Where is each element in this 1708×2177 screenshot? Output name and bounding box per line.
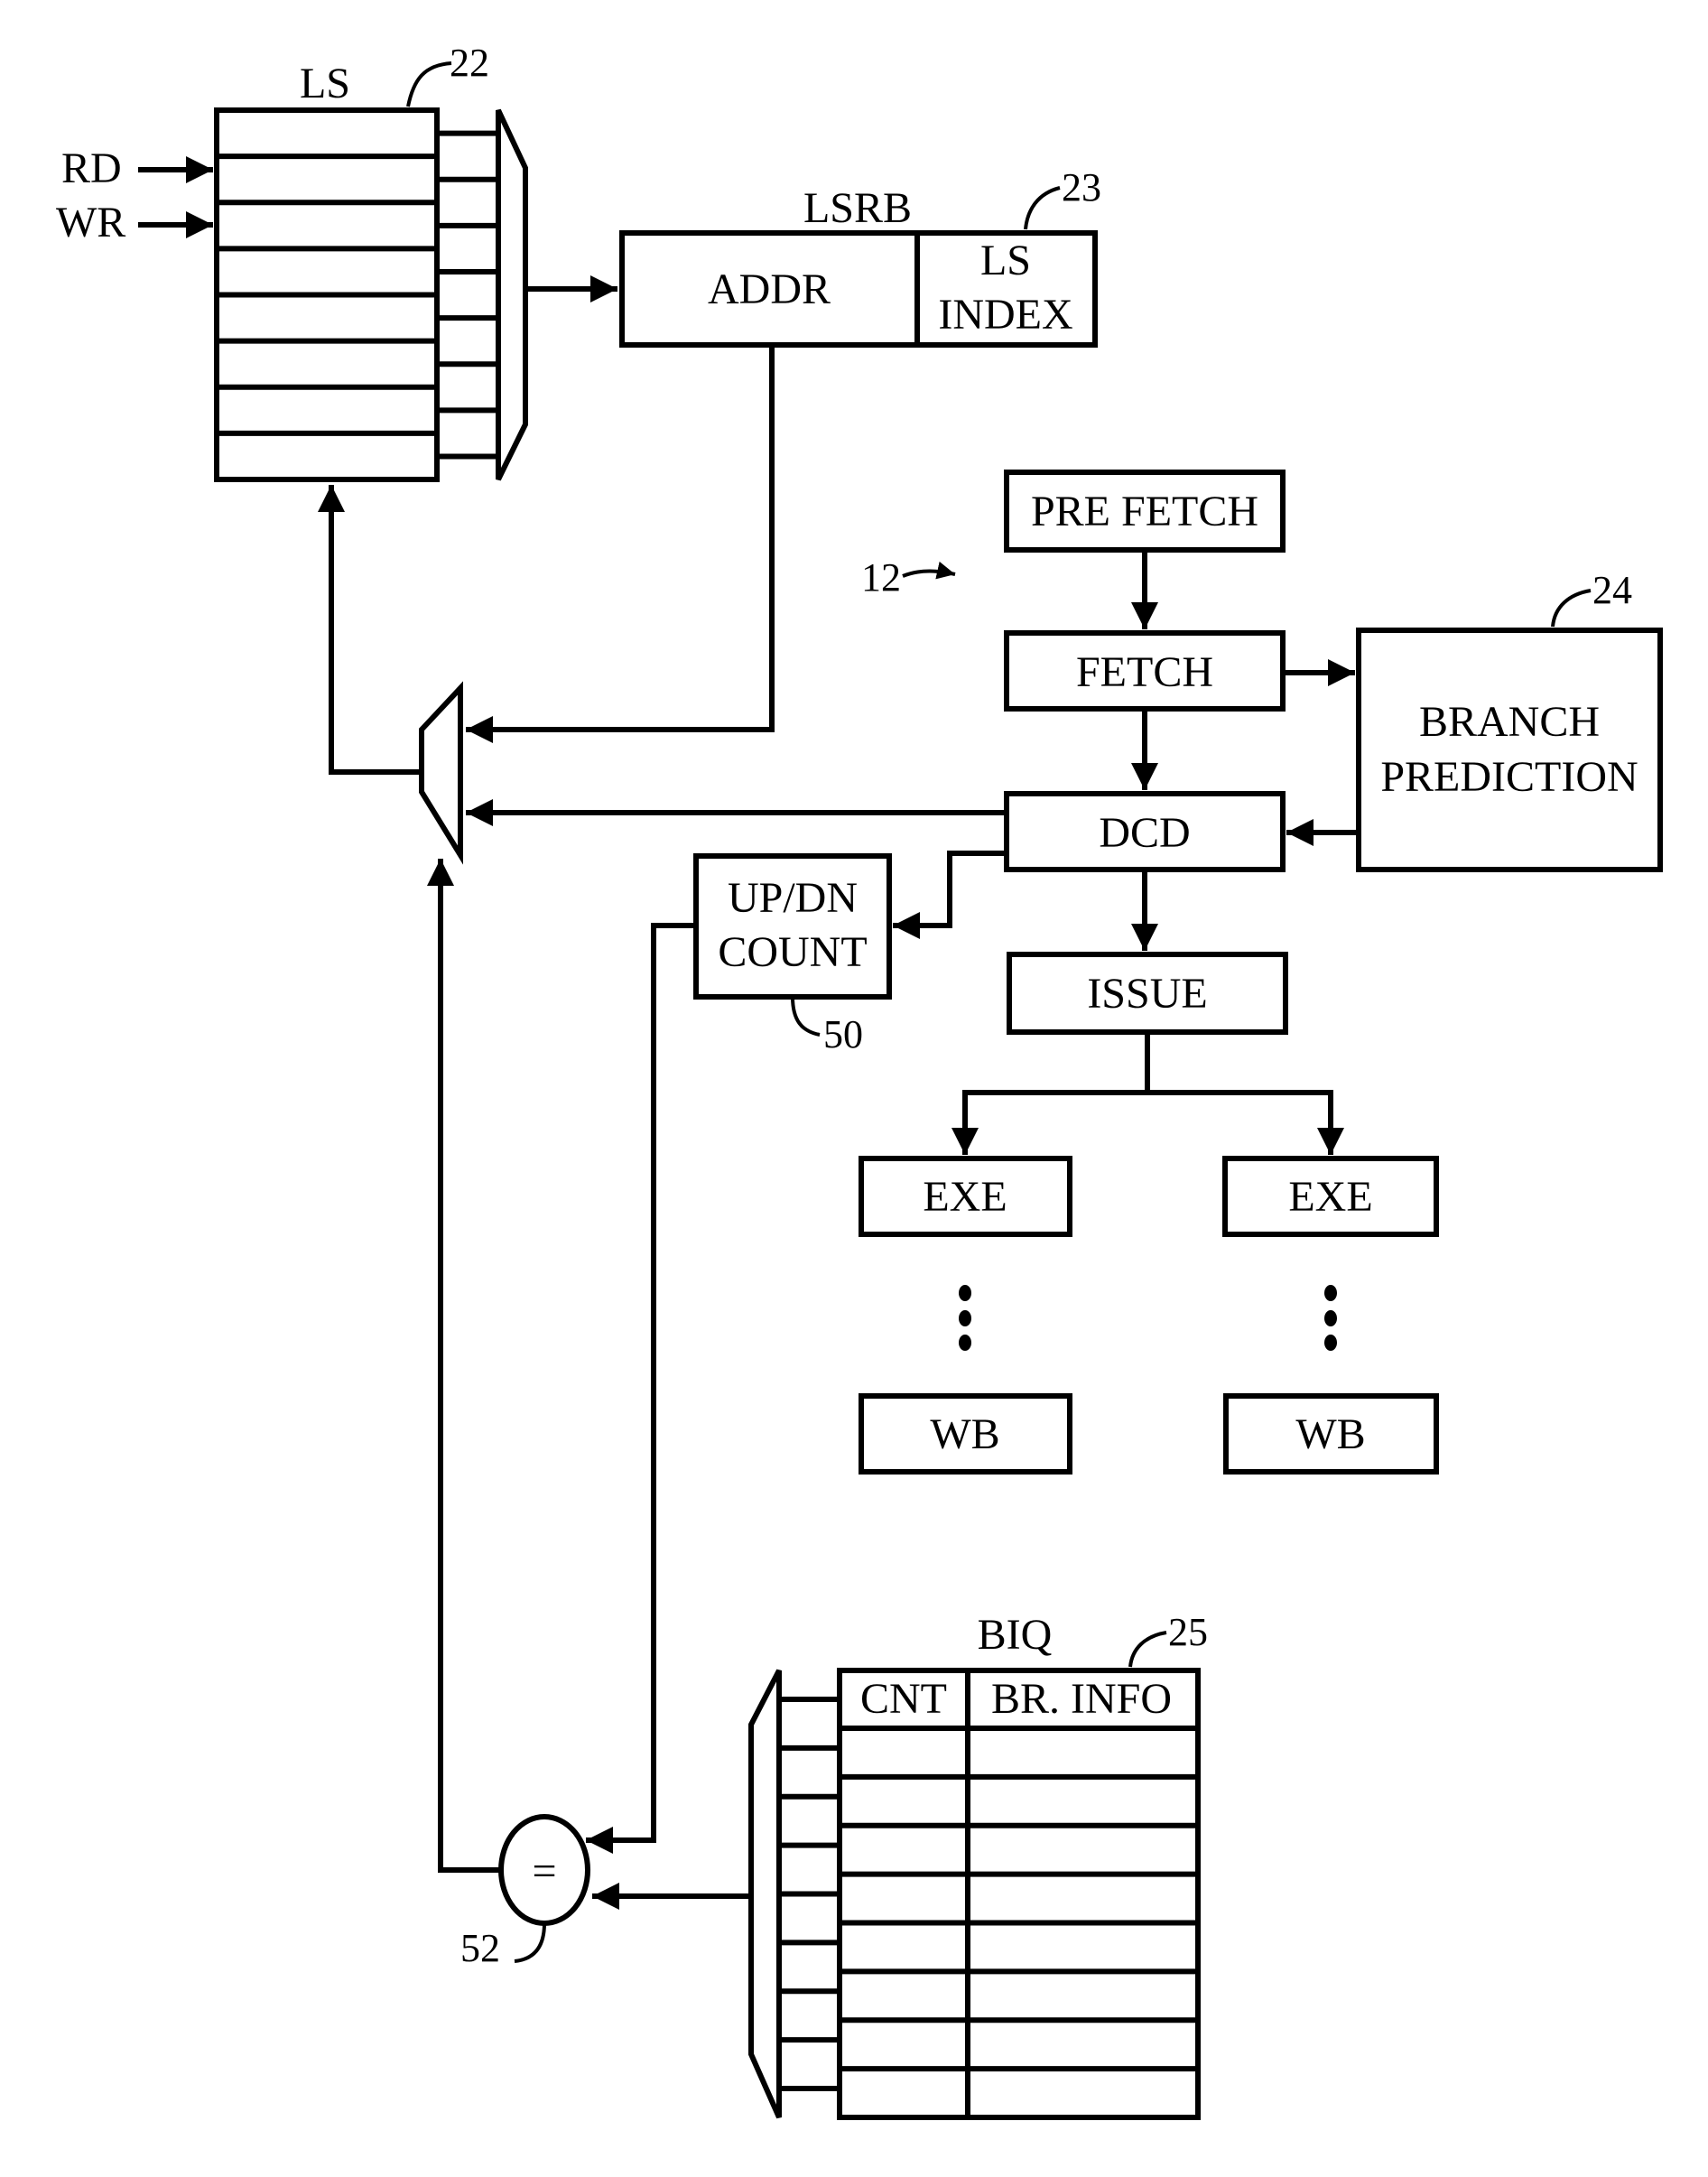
biq-ref-leader <box>1128 1631 1167 1668</box>
biq-mux-shape <box>748 1669 782 2119</box>
wb-left-label: WB <box>930 1410 999 1458</box>
ls-title: LS <box>300 60 350 107</box>
ls-mux-shape <box>496 108 528 481</box>
dcd-label: DCD <box>1099 809 1190 857</box>
rd-label: RD <box>61 144 122 192</box>
ellipsis-right <box>1324 1285 1337 1351</box>
counter-label-1: UP/DN <box>728 874 858 922</box>
pipeline: PRE FETCH FETCH DCD ISSUE EXE EXE WB WB <box>466 470 1439 1475</box>
exe-right-label: EXE <box>1288 1173 1372 1221</box>
addr-to-select-mux-arrow <box>466 345 775 743</box>
prefetch-label: PRE FETCH <box>1031 488 1258 535</box>
biq-mux-taps <box>779 1697 840 2091</box>
wb-right-label: WB <box>1295 1410 1365 1458</box>
lsrb-index-label-1: LS <box>980 237 1031 284</box>
counter-ref-leader <box>791 996 821 1037</box>
ellipsis-left <box>959 1285 971 1351</box>
biq-title: BIQ <box>978 1611 1053 1659</box>
biq-table-frame <box>837 1668 1201 2120</box>
branch-prediction-label-1: BRANCH <box>1419 698 1600 746</box>
dcd-to-counter-arrow <box>893 851 1007 939</box>
biq: BIQ 25 CNT BR. INFO <box>837 1610 1208 2120</box>
exe-left-label: EXE <box>923 1173 1007 1221</box>
counter-to-comparator-arrow <box>586 923 696 1854</box>
ls-ref-leader <box>406 61 452 107</box>
biq-ref-number: 25 <box>1168 1610 1208 1654</box>
comparator-to-select-mux-arrow <box>427 859 501 1873</box>
issue-label: ISSUE <box>1087 970 1207 1018</box>
biq-mux <box>592 1669 840 2119</box>
lsrb: LSRB 23 ADDR LS INDEX <box>619 165 1101 348</box>
ls-mux <box>437 108 617 481</box>
fetch-label: FETCH <box>1076 648 1213 696</box>
branch-ref-leader <box>1551 589 1592 628</box>
branch-prediction-box <box>1356 628 1663 872</box>
select-mux-to-ls-arrow <box>318 485 422 775</box>
wr-label: WR <box>56 199 125 247</box>
counter-ref-number: 50 <box>823 1012 863 1056</box>
comparator-ref-leader <box>514 1922 546 1963</box>
figure-ref-number: 12 <box>861 555 901 600</box>
select-mux-shape <box>419 681 463 865</box>
figure-ref-arrow <box>902 561 956 580</box>
counter-label-2: COUNT <box>718 928 867 976</box>
comparator-symbol: = <box>532 1847 556 1895</box>
branch-prediction-label-2: PREDICTION <box>1380 753 1638 801</box>
branch-prediction: BRANCH PREDICTION 24 <box>1356 568 1663 872</box>
branch-ref-number: 24 <box>1592 568 1632 612</box>
issue-to-exe-right-arrow <box>1147 1090 1344 1155</box>
ls-table: LS 22 RD WR <box>56 41 489 482</box>
comparator: = 52 <box>427 859 590 1970</box>
lsrb-ref-number: 23 <box>1062 165 1101 209</box>
lsrb-index-label-2: INDEX <box>938 291 1072 339</box>
select-mux <box>318 485 463 865</box>
lsrb-ref-leader <box>1024 186 1061 230</box>
biq-col-cnt: CNT <box>860 1675 947 1723</box>
pipeline-diagram: LS 22 RD WR LSRB 23 ADDR LS INDEX 12 PRE… <box>56 41 1663 2120</box>
issue-to-exe-left-arrow <box>951 1090 1147 1155</box>
ls-mux-taps <box>437 130 498 460</box>
lsrb-title: LSRB <box>803 184 912 232</box>
biq-col-info: BR. INFO <box>991 1675 1172 1723</box>
comparator-ref-number: 52 <box>460 1926 500 1970</box>
lsrb-addr-label: ADDR <box>708 265 831 313</box>
ls-ref-number: 22 <box>450 41 489 85</box>
